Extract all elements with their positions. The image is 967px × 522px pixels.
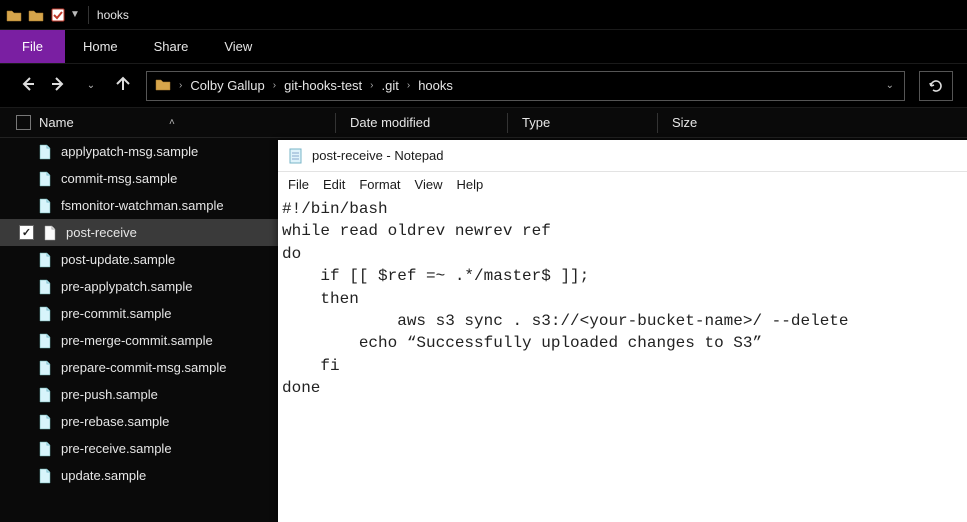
file-sample-icon	[37, 306, 53, 322]
notepad-menubar: File Edit Format View Help	[278, 172, 967, 196]
file-sample-icon	[37, 414, 53, 430]
nav-bar: ⌄ › Colby Gallup › git-hooks-test › .git…	[0, 64, 967, 108]
chevron-right-icon[interactable]: ›	[368, 80, 375, 91]
file-sample-icon	[37, 360, 53, 376]
address-bar[interactable]: › Colby Gallup › git-hooks-test › .git ›…	[146, 71, 905, 101]
address-dropdown-icon[interactable]: ⌄	[886, 80, 894, 91]
file-sample-icon	[37, 198, 53, 214]
file-row[interactable]: fsmonitor-watchman.sample	[0, 192, 278, 219]
tab-share[interactable]: Share	[136, 30, 207, 63]
tab-view[interactable]: View	[206, 30, 270, 63]
file-row[interactable]: pre-receive.sample	[0, 435, 278, 462]
select-all-checkbox[interactable]	[16, 115, 31, 130]
checkbox-icon[interactable]	[50, 7, 66, 23]
file-name: pre-commit.sample	[61, 306, 172, 321]
file-name: applypatch-msg.sample	[61, 144, 198, 159]
notepad-menu-format[interactable]: Format	[359, 177, 400, 192]
qat-dropdown-icon[interactable]: ▼	[70, 9, 80, 20]
file-name: pre-rebase.sample	[61, 414, 169, 429]
file-name: pre-merge-commit.sample	[61, 333, 213, 348]
file-name: prepare-commit-msg.sample	[61, 360, 226, 375]
column-name-label: Name	[39, 115, 74, 130]
recent-locations-dropdown[interactable]: ⌄	[82, 80, 100, 91]
folder-icon	[155, 76, 171, 95]
back-button[interactable]	[18, 75, 36, 96]
row-checkbox[interactable]: ✓	[19, 225, 34, 240]
file-sample-icon	[37, 387, 53, 403]
column-headers: Name ˄ Date modified Type Size	[0, 108, 967, 138]
chevron-right-icon[interactable]: ›	[177, 80, 184, 91]
file-row[interactable]: prepare-commit-msg.sample	[0, 354, 278, 381]
folder-icon	[6, 7, 22, 23]
file-row[interactable]: pre-rebase.sample	[0, 408, 278, 435]
separator	[88, 6, 89, 24]
column-type[interactable]: Type	[507, 113, 657, 133]
file-sample-icon	[37, 468, 53, 484]
file-name: pre-push.sample	[61, 387, 158, 402]
file-sample-icon	[37, 144, 53, 160]
file-row[interactable]: pre-applypatch.sample	[0, 273, 278, 300]
file-name: pre-receive.sample	[61, 441, 172, 456]
breadcrumb[interactable]: .git	[382, 78, 399, 93]
notepad-window[interactable]: post-receive - Notepad File Edit Format …	[278, 140, 967, 522]
ribbon: File Home Share View	[0, 30, 967, 64]
file-sample-icon	[37, 171, 53, 187]
column-type-label: Type	[522, 115, 550, 130]
window-title: hooks	[97, 8, 129, 22]
column-size-label: Size	[672, 115, 697, 130]
notepad-title: post-receive - Notepad	[312, 148, 444, 163]
file-sample-icon	[37, 279, 53, 295]
file-row[interactable]: applypatch-msg.sample	[0, 138, 278, 165]
file-tab[interactable]: File	[0, 30, 65, 63]
up-button[interactable]	[114, 74, 132, 95]
explorer-titlebar: ▼ hooks	[0, 0, 967, 30]
notepad-titlebar[interactable]: post-receive - Notepad	[278, 140, 967, 172]
breadcrumb[interactable]: Colby Gallup	[190, 78, 264, 93]
tab-home[interactable]: Home	[65, 30, 136, 63]
file-row[interactable]: pre-push.sample	[0, 381, 278, 408]
forward-button[interactable]	[50, 75, 68, 96]
file-row[interactable]: post-update.sample	[0, 246, 278, 273]
file-name: commit-msg.sample	[61, 171, 177, 186]
notepad-content[interactable]: #!/bin/bash while read oldrev newrev ref…	[278, 196, 967, 522]
notepad-menu-view[interactable]: View	[415, 177, 443, 192]
file-blank-icon	[42, 225, 58, 241]
folder-icon	[28, 7, 44, 23]
file-name: update.sample	[61, 468, 146, 483]
chevron-right-icon[interactable]: ›	[405, 80, 412, 91]
file-row[interactable]: pre-merge-commit.sample	[0, 327, 278, 354]
column-name[interactable]: Name ˄	[39, 115, 335, 130]
notepad-menu-file[interactable]: File	[288, 177, 309, 192]
breadcrumb[interactable]: git-hooks-test	[284, 78, 362, 93]
file-row[interactable]: commit-msg.sample	[0, 165, 278, 192]
file-name: pre-applypatch.sample	[61, 279, 193, 294]
sort-indicator-icon: ˄	[169, 117, 175, 128]
refresh-button[interactable]	[919, 71, 953, 101]
column-date-label: Date modified	[350, 115, 430, 130]
column-date[interactable]: Date modified	[335, 113, 507, 133]
file-sample-icon	[37, 441, 53, 457]
column-size[interactable]: Size	[657, 113, 777, 133]
file-name: fsmonitor-watchman.sample	[61, 198, 224, 213]
file-row[interactable]: ✓ post-receive	[0, 219, 278, 246]
notepad-icon	[288, 148, 304, 164]
file-row[interactable]: update.sample	[0, 462, 278, 489]
file-list[interactable]: applypatch-msg.sample commit-msg.sample fs…	[0, 138, 278, 522]
notepad-menu-edit[interactable]: Edit	[323, 177, 345, 192]
chevron-right-icon[interactable]: ›	[271, 80, 278, 91]
notepad-menu-help[interactable]: Help	[456, 177, 483, 192]
file-sample-icon	[37, 252, 53, 268]
file-name: post-receive	[66, 225, 137, 240]
file-name: post-update.sample	[61, 252, 175, 267]
file-sample-icon	[37, 333, 53, 349]
breadcrumb[interactable]: hooks	[418, 78, 453, 93]
file-row[interactable]: pre-commit.sample	[0, 300, 278, 327]
